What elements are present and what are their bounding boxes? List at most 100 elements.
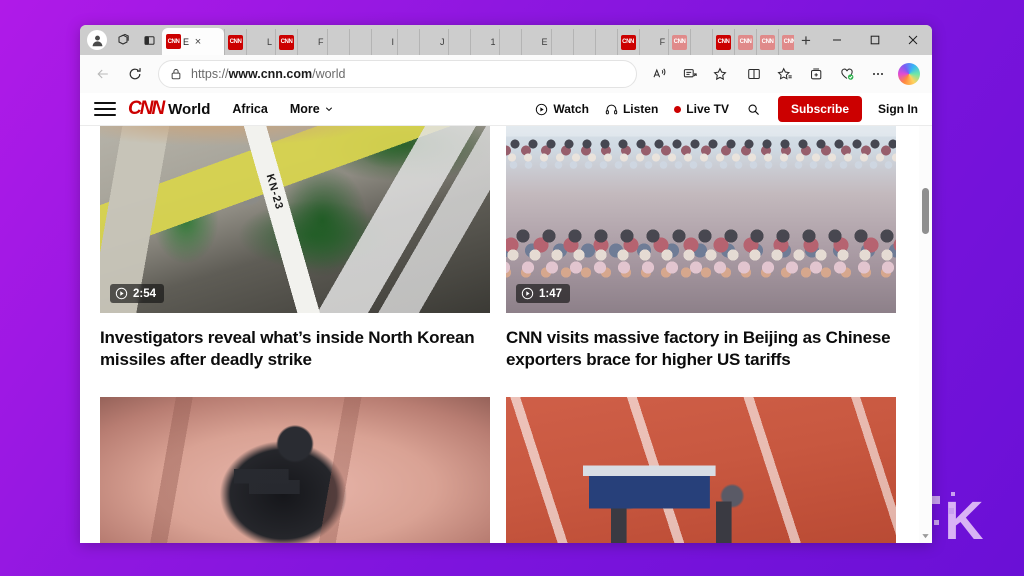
browser-tab[interactable] (397, 29, 419, 55)
sidebar-item-more[interactable]: More (290, 102, 333, 116)
settings-more-icon (872, 72, 884, 76)
article-card[interactable] (100, 396, 490, 543)
browser-tab[interactable] (447, 29, 470, 55)
scroll-thumb[interactable] (922, 188, 929, 234)
browser-tab[interactable]: E (520, 29, 551, 55)
page-title: World (168, 101, 211, 118)
scroll-down-arrow-icon[interactable] (921, 531, 930, 540)
browser-tab[interactable]: F (297, 29, 327, 55)
browser-toolbar (739, 59, 924, 89)
article-grid: KN-23 2:54 Investigators reveal what’s ins… (80, 126, 932, 543)
browser-tab[interactable]: F (638, 29, 669, 55)
nav-link-label: Africa (232, 102, 268, 116)
new-tab-button[interactable]: + (794, 29, 818, 53)
browser-tab[interactable]: CNN (734, 29, 756, 55)
close-button[interactable] (894, 26, 932, 55)
back-button[interactable] (88, 59, 118, 89)
browser-essentials-button[interactable] (832, 59, 862, 89)
cnn-site-nav: CNN World Africa More Watch Listen Live … (80, 93, 932, 126)
browser-tab[interactable]: 1 (469, 29, 499, 55)
article-thumbnail[interactable]: 1:47 (506, 126, 896, 313)
browser-tab[interactable] (572, 29, 595, 55)
tab-title: J (440, 37, 445, 47)
tab-favicon-generic (599, 35, 614, 50)
browser-tab[interactable]: CNN (712, 29, 734, 55)
maximize-button[interactable] (856, 26, 894, 55)
live-tv-link[interactable]: Live TV (674, 102, 729, 116)
tab-favicon-generic (555, 35, 570, 50)
nav-link-label: More (289, 102, 320, 116)
browser-tab[interactable]: CNN (616, 29, 639, 55)
tab-favicon-generic (353, 35, 368, 50)
read-aloud-icon (653, 68, 666, 78)
article-headline[interactable]: Investigators reveal what’s inside North… (100, 327, 490, 371)
read-aloud-button[interactable] (645, 59, 675, 89)
listen-link[interactable]: Listen (605, 102, 658, 116)
refresh-icon (129, 68, 141, 80)
cnn-nav-utilities: Watch Listen Live TV Subscribe Sign In (519, 96, 918, 122)
browser-tab[interactable] (348, 29, 371, 55)
tab-favicon-generic (577, 35, 592, 50)
article-thumbnail[interactable]: KN-23 2:54 (100, 126, 490, 313)
page-viewport: CNN World Africa More Watch Listen Live … (80, 93, 932, 543)
favorite-button[interactable] (705, 59, 735, 89)
tab-actions-button[interactable] (136, 27, 162, 53)
browser-tab[interactable]: CNN (778, 29, 794, 55)
tab-close-icon[interactable]: × (191, 35, 205, 49)
tab-favicon-generic (503, 35, 518, 50)
browser-tab[interactable]: L (246, 29, 275, 55)
search-button[interactable] (747, 103, 760, 116)
browser-tab[interactable]: CNN (756, 29, 778, 55)
browser-tab[interactable] (690, 29, 712, 55)
profile-button[interactable] (84, 27, 110, 53)
browser-essentials-icon (841, 68, 854, 80)
hamburger-menu-icon[interactable] (94, 98, 116, 120)
minimize-button[interactable] (818, 26, 856, 55)
watermark-letter: K (944, 491, 984, 551)
address-input[interactable]: https://www.cnn.com/world (158, 60, 637, 88)
browser-window: CNNE×CNNLCNNFIJ1ECNNFCNNCNNCNNCNNCNNCNNC… (80, 25, 932, 543)
split-screen-button[interactable] (739, 59, 769, 89)
browser-tab[interactable]: CNN (275, 29, 297, 55)
browser-tab[interactable]: CNN E × (162, 28, 224, 55)
sign-in-button[interactable]: Sign In (878, 102, 918, 116)
refresh-button[interactable] (120, 59, 150, 89)
sidebar-item-africa[interactable]: Africa (232, 102, 267, 116)
cnn-favicon-icon: CNN (782, 34, 794, 50)
browser-tab[interactable]: CNN (668, 29, 690, 55)
article-card[interactable] (506, 396, 896, 543)
cnn-logo: CNN (128, 98, 165, 119)
article-thumbnail[interactable] (506, 396, 896, 543)
article-headline[interactable]: CNN visits massive factory in Beijing as… (506, 327, 896, 371)
collections-button[interactable] (801, 59, 831, 89)
watch-link[interactable]: Watch (535, 102, 589, 116)
page-scrollbar[interactable] (919, 126, 932, 543)
browser-tab[interactable] (594, 29, 617, 55)
minimize-icon (833, 39, 841, 41)
browser-tab[interactable] (498, 29, 521, 55)
cnn-logo-link[interactable]: CNN World (128, 98, 210, 120)
browser-tab[interactable] (326, 29, 349, 55)
article-card[interactable]: KN-23 2:54 Investigators reveal what’s ins… (100, 126, 490, 397)
tab-list[interactable]: CNNE×CNNLCNNFIJ1ECNNFCNNCNNCNNCNNCNNCNNC… (162, 25, 794, 55)
immersive-reader-button[interactable] (675, 59, 705, 89)
browser-tab[interactable] (550, 29, 573, 55)
live-tv-label: Live TV (686, 102, 729, 116)
browser-tab[interactable]: J (419, 29, 448, 55)
browser-tab[interactable]: I (370, 29, 398, 55)
url-text: https://www.cnn.com/world (191, 67, 346, 81)
address-bar-actions (645, 59, 735, 89)
maximize-icon (870, 35, 880, 45)
copilot-button[interactable] (894, 59, 924, 89)
search-icon (748, 103, 759, 115)
browser-tab[interactable]: CNN (224, 29, 246, 55)
favorites-list-button[interactable] (770, 59, 800, 89)
workspaces-icon (118, 33, 129, 45)
article-thumbnail[interactable] (100, 396, 490, 543)
settings-more-button[interactable] (863, 59, 893, 89)
subscribe-button[interactable]: Subscribe (777, 96, 862, 122)
workspaces-button[interactable] (110, 27, 136, 53)
collections-icon (811, 68, 822, 80)
article-card[interactable]: 1:47 CNN visits massive factory in Beijin… (506, 126, 896, 397)
tab-favicon-generic (643, 35, 658, 50)
